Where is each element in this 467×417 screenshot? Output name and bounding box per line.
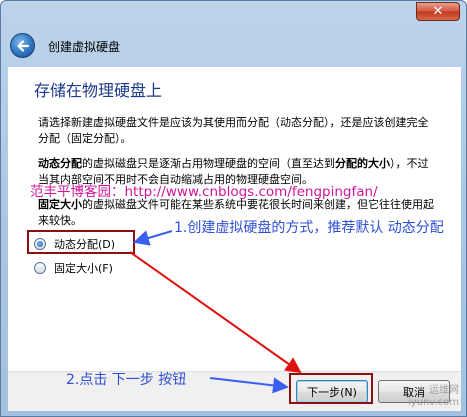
annotation-step-2: 2.点击 下一步 按钮 (66, 372, 187, 388)
radio-fixed-size[interactable]: 固定大小(F) (34, 260, 113, 276)
dynamic-term-size: 分配的大小 (335, 157, 390, 170)
dialog-window: ✕ 创建虚拟硬盘 存储在物理硬盘上 请选择新建虚拟硬盘文件是应该为其使用而分配（… (0, 0, 467, 417)
page-title: 存储在物理硬盘上 (34, 81, 163, 100)
dynamic-desc-a: 的虚拟磁盘只是逐渐占用物理硬盘的空间（直至达到 (82, 157, 335, 170)
radio-button-unchecked[interactable] (34, 262, 46, 274)
annotation-step-1: 1.创建虚拟硬盘的方式，推荐默认 动态分配 (174, 220, 444, 236)
close-icon: ✕ (432, 4, 444, 19)
dynamic-term: 动态分配 (38, 157, 82, 170)
next-highlight-box (289, 373, 373, 404)
back-button[interactable] (10, 33, 35, 58)
site-logo-line1: 运维网 (429, 385, 459, 396)
wizard-title: 创建虚拟硬盘 (48, 40, 121, 54)
blog-watermark: 范丰平博客园：http://www.cnblogs.com/fengpingfa… (30, 184, 378, 200)
radio-highlight-box (27, 230, 135, 254)
site-logo: 运维网 iyunv.com (408, 385, 459, 409)
wizard-header: 创建虚拟硬盘 (8, 25, 461, 67)
close-button[interactable]: ✕ (416, 2, 460, 21)
site-logo-line2: iyunv.com (407, 397, 459, 408)
radio-fixed-label[interactable]: 固定大小(F) (54, 260, 113, 276)
intro-text: 请选择新建虚拟硬盘文件是应该为其使用而分配（动态分配），还是应该创建完全分配（固… (38, 116, 429, 145)
back-arrow-icon (16, 39, 29, 52)
